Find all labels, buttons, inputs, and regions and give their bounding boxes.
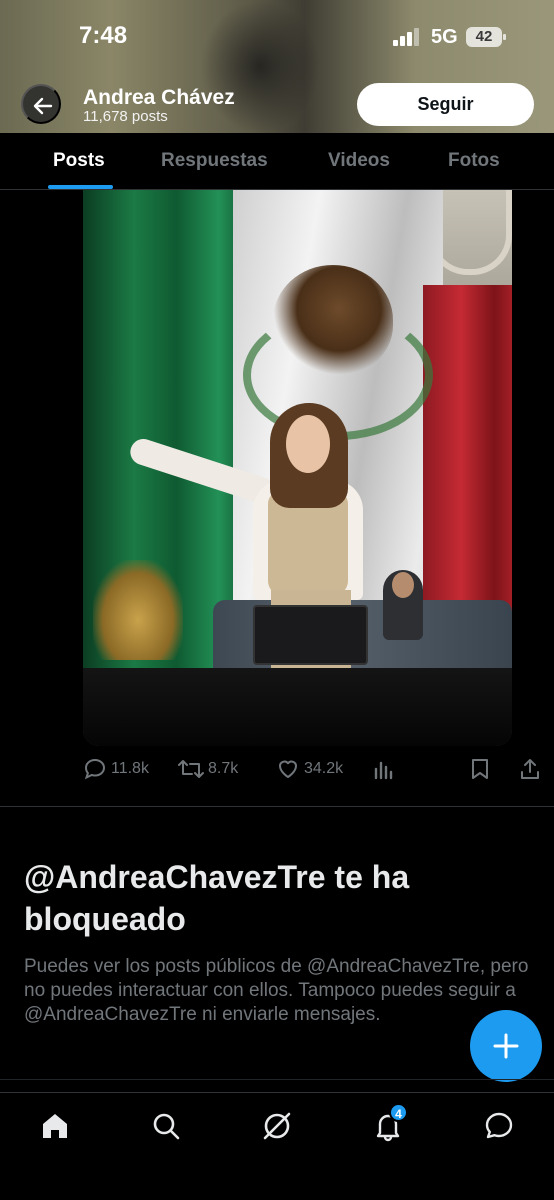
repost-count: 8.7k: [208, 760, 239, 777]
reply-count: 11.8k: [111, 760, 149, 777]
blocked-description: Puedes ver los posts públicos de @Andrea…: [24, 956, 529, 1025]
tab-fotos[interactable]: Fotos: [448, 150, 500, 172]
nav-messages[interactable]: [482, 1109, 516, 1143]
plus-icon: [493, 1033, 519, 1059]
post-count: 11,678 posts: [83, 108, 168, 125]
reply-icon: [84, 758, 106, 780]
active-tab-indicator: [48, 185, 113, 189]
nav-search[interactable]: [149, 1109, 183, 1143]
repost-button[interactable]: 8.7k: [178, 757, 238, 781]
nav-grok[interactable]: [260, 1109, 294, 1143]
post-actions: 11.8k 8.7k 34.2k: [83, 752, 543, 786]
bookmark-icon: [472, 759, 488, 779]
like-button[interactable]: 34.2k: [276, 757, 343, 781]
signal-icon: [393, 28, 421, 46]
post-divider: [0, 806, 554, 807]
back-button[interactable]: [21, 84, 61, 124]
search-icon: [153, 1113, 180, 1140]
arrow-left-icon: [33, 97, 53, 115]
share-button[interactable]: [519, 757, 545, 781]
profile-name: Andrea Chávez: [83, 86, 235, 109]
home-icon: [43, 1114, 67, 1138]
analytics-icon: [374, 761, 393, 780]
compose-post-button[interactable]: [470, 1010, 542, 1082]
share-icon: [521, 759, 539, 779]
battery-icon: 42: [466, 27, 506, 47]
battery-level: 42: [475, 28, 493, 45]
status-time: 7:48: [79, 22, 128, 49]
like-count: 34.2k: [304, 760, 344, 777]
nav-home[interactable]: [38, 1109, 72, 1143]
messages-icon: [485, 1112, 513, 1139]
tab-respuestas[interactable]: Respuestas: [161, 150, 268, 172]
tab-videos[interactable]: Videos: [328, 150, 390, 172]
bottom-navigation: 4: [0, 1092, 554, 1200]
profile-tabs: Posts Respuestas Videos Fotos: [0, 133, 554, 190]
blocked-title: @AndreaChavezTre te ha bloqueado: [24, 859, 410, 937]
profile-header-banner: 7:48 5G 42 Andrea Chávez 11,678 posts Se…: [0, 0, 554, 133]
network-type: 5G: [431, 26, 458, 48]
notification-badge: 4: [389, 1103, 408, 1122]
reply-button[interactable]: 11.8k: [83, 757, 149, 781]
content-divider: [0, 1079, 554, 1080]
bookmark-button[interactable]: [469, 757, 495, 781]
repost-icon: [178, 760, 204, 778]
grok-icon: [263, 1112, 291, 1140]
post-image[interactable]: [83, 190, 512, 746]
tab-posts[interactable]: Posts: [53, 150, 105, 172]
follow-button[interactable]: Seguir: [357, 83, 534, 126]
nav-notifications[interactable]: 4: [371, 1103, 408, 1143]
heart-icon: [279, 760, 297, 778]
views-button[interactable]: [373, 757, 399, 781]
status-bar: 7:48 5G 42: [0, 0, 554, 70]
